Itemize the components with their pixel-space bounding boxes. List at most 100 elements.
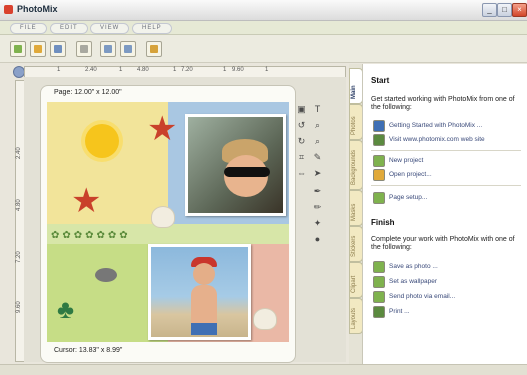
zoom-out-icon[interactable]: ⌕: [312, 136, 323, 147]
fit-icon[interactable]: ⇔: [296, 168, 307, 179]
tab-label: Main: [351, 85, 357, 99]
tab-clipart[interactable]: Clipart: [349, 262, 363, 298]
link-wallpaper[interactable]: Set as wallpaper: [373, 276, 523, 288]
new-project-icon: [373, 155, 385, 167]
effect-icon[interactable]: ✦: [312, 218, 323, 229]
pen-icon[interactable]: ✒: [312, 186, 323, 197]
starfish-sticker[interactable]: ★: [147, 112, 177, 146]
ruler-label: 7.20: [181, 67, 193, 73]
link-open-project[interactable]: Open project...: [373, 169, 523, 181]
tasks-panel: Start Get started working with PhotoMix …: [362, 64, 527, 364]
ruler-tick: 1: [265, 67, 269, 73]
shell-sticker[interactable]: [151, 206, 175, 228]
ruler-tick: 1: [57, 67, 61, 73]
toolbar: [0, 35, 527, 63]
tab-photos[interactable]: Photos: [349, 104, 363, 140]
link-label: Print ...: [389, 308, 410, 315]
save-icon: [54, 45, 62, 53]
app-title: PhotoMix: [17, 4, 58, 14]
menu-view[interactable]: VIEW: [90, 23, 130, 34]
ruler-tick: 1: [173, 67, 177, 73]
open-button[interactable]: [30, 41, 46, 57]
tab-main[interactable]: Main: [349, 68, 363, 104]
link-website[interactable]: Visit www.photomix.com web site: [373, 134, 523, 146]
photo-content: [191, 323, 217, 335]
link-label: New project: [389, 157, 424, 164]
link-print[interactable]: Print ...: [373, 306, 523, 318]
save-photo-icon: [373, 261, 385, 273]
minimize-button[interactable]: _: [482, 3, 497, 17]
link-getting-started[interactable]: Getting Started with PhotoMix ...: [373, 120, 523, 132]
link-new-project[interactable]: New project: [373, 155, 523, 167]
sun-sticker[interactable]: [85, 124, 119, 158]
title-bar: PhotoMix _ □ ×: [0, 0, 527, 21]
link-email[interactable]: Send photo via email...: [373, 291, 523, 303]
save-button[interactable]: [50, 41, 66, 57]
help-button[interactable]: [146, 41, 162, 57]
add-photo-icon[interactable]: ▣: [296, 104, 307, 115]
divider: [371, 150, 521, 151]
flower-border-sticker: ✿✿✿✿✿✿✿: [51, 230, 131, 241]
eraser-icon[interactable]: ●: [312, 234, 323, 245]
tab-label: Layouts: [351, 307, 357, 329]
menu-edit[interactable]: EDIT: [50, 23, 88, 34]
link-label: Save as photo ...: [389, 263, 438, 270]
rotate-right-icon[interactable]: ↻: [296, 136, 307, 147]
close-button[interactable]: ×: [512, 3, 527, 17]
link-label: Open project...: [389, 171, 432, 178]
menu-file[interactable]: FILE: [10, 23, 47, 34]
redo-button[interactable]: [120, 41, 136, 57]
photo-child-sunglasses[interactable]: [185, 114, 286, 216]
ruler-label: 4.80: [16, 199, 22, 211]
photo-content: [224, 167, 270, 177]
shell-sticker[interactable]: [253, 308, 277, 330]
divider: [371, 185, 521, 186]
redo-icon: [124, 45, 132, 53]
undo-button[interactable]: [100, 41, 116, 57]
ruler-label: 2.40: [85, 67, 97, 73]
menu-bar: FILE EDIT VIEW HELP: [0, 21, 527, 35]
turtle-sticker[interactable]: ♣: [57, 294, 74, 325]
ruler-label: 7.20: [16, 251, 22, 263]
open-project-icon: [373, 169, 385, 181]
tab-masks[interactable]: Masks: [349, 190, 363, 226]
email-icon: [373, 291, 385, 303]
new-page-icon: [14, 45, 22, 53]
crab-sticker[interactable]: [95, 268, 117, 282]
finish-heading: Finish: [371, 218, 395, 227]
side-tabs: Main Photos Backgrounds Masks Stickers C…: [349, 64, 363, 364]
page-button[interactable]: [76, 41, 92, 57]
page-setup-icon: [373, 192, 385, 204]
tool-column: ▣ T ↺ ⌕ ↻ ⌕ ⌗ ✎ ⇔ ➤ ✒ ✏ ✦ ●: [296, 102, 332, 245]
pencil-icon[interactable]: ✏: [312, 202, 323, 213]
brush-icon[interactable]: ✎: [312, 152, 323, 163]
arrow-icon[interactable]: ➤: [312, 168, 323, 179]
page-icon: [80, 45, 88, 53]
add-text-icon[interactable]: T: [312, 104, 323, 115]
collage-page[interactable]: ★ ★ ✿✿✿✿✿✿✿ ♣: [47, 102, 289, 342]
link-save-photo[interactable]: Save as photo ...: [373, 261, 523, 273]
ruler-label: 9.60: [232, 67, 244, 73]
start-description: Get started working with PhotoMix from o…: [371, 96, 515, 111]
ruler-label: 9.60: [16, 301, 22, 313]
link-page-setup[interactable]: Page setup...: [373, 192, 523, 204]
start-heading: Start: [371, 76, 390, 85]
print-icon: [373, 306, 385, 318]
link-label: Visit www.photomix.com web site: [389, 136, 485, 143]
menu-help[interactable]: HELP: [132, 23, 172, 34]
starfish-sticker[interactable]: ★: [71, 184, 101, 218]
photo-content: [193, 263, 215, 285]
maximize-button[interactable]: □: [497, 3, 512, 17]
tab-label: Photos: [351, 116, 357, 135]
rotate-left-icon[interactable]: ↺: [296, 120, 307, 131]
crop-icon[interactable]: ⌗: [296, 152, 307, 163]
help-globe-icon: [373, 120, 385, 132]
tab-layouts[interactable]: Layouts: [349, 298, 363, 334]
tab-label: Clipart: [351, 275, 357, 293]
tab-backgrounds[interactable]: Backgrounds: [349, 140, 363, 190]
finish-description: Complete your work with PhotoMix with on…: [371, 236, 515, 251]
photo-child-beach[interactable]: [148, 244, 251, 340]
new-page-button[interactable]: [10, 41, 26, 57]
zoom-icon[interactable]: ⌕: [312, 120, 323, 131]
tab-stickers[interactable]: Stickers: [349, 226, 363, 262]
